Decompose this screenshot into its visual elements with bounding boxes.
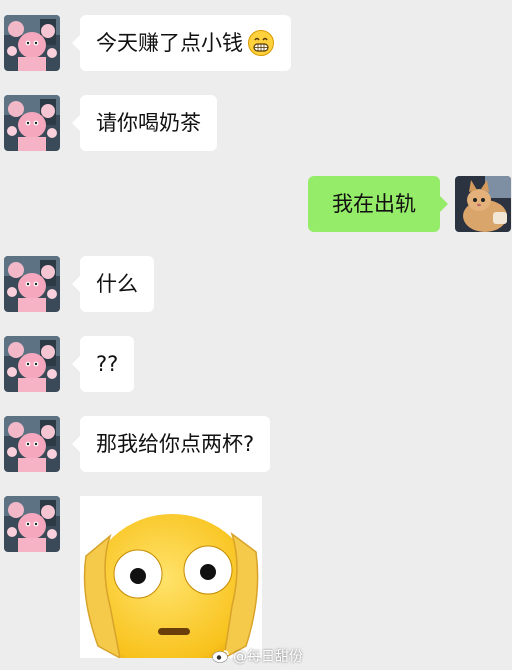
cat-avatar-image xyxy=(455,176,511,232)
contact-avatar-image xyxy=(4,496,60,552)
message-bubble-incoming[interactable]: ?? xyxy=(71,336,135,392)
shocked-face-sticker-image xyxy=(80,496,262,658)
my-avatar[interactable] xyxy=(455,176,511,232)
contact-avatar[interactable] xyxy=(4,336,60,392)
contact-avatar[interactable] xyxy=(4,95,60,151)
contact-avatar[interactable] xyxy=(4,15,60,71)
watermark-text: @每日甜份 xyxy=(233,649,303,665)
message-text: ?? xyxy=(96,351,119,376)
message-bubble-incoming[interactable]: 那我给你点两杯? xyxy=(71,416,271,472)
message-bubble-outgoing[interactable]: 我在出轨 xyxy=(308,176,448,232)
contact-avatar-image xyxy=(4,336,60,392)
contact-avatar-image xyxy=(4,416,60,472)
contact-avatar-image xyxy=(4,256,60,312)
weibo-watermark: @每日甜份 xyxy=(212,646,303,666)
message-text: 今天赚了点小钱 xyxy=(96,30,243,55)
message-text: 请你喝奶茶 xyxy=(96,110,201,135)
message-bubble-incoming[interactable]: 请你喝奶茶 xyxy=(72,95,217,151)
grinning-face-icon xyxy=(248,30,274,56)
shocked-face-sticker[interactable] xyxy=(80,496,262,658)
message-text: 我在出轨 xyxy=(332,191,416,216)
contact-avatar[interactable] xyxy=(4,416,60,472)
contact-avatar[interactable] xyxy=(4,256,60,312)
contact-avatar[interactable] xyxy=(4,496,60,552)
weibo-logo-icon xyxy=(212,650,229,663)
message-text: 什么 xyxy=(96,271,138,296)
contact-avatar-image xyxy=(4,15,60,71)
message-text: 那我给你点两杯? xyxy=(96,431,255,456)
message-bubble-incoming[interactable]: 今天赚了点小钱 xyxy=(72,15,291,71)
contact-avatar-image xyxy=(4,95,60,151)
message-bubble-incoming[interactable]: 什么 xyxy=(72,256,154,312)
